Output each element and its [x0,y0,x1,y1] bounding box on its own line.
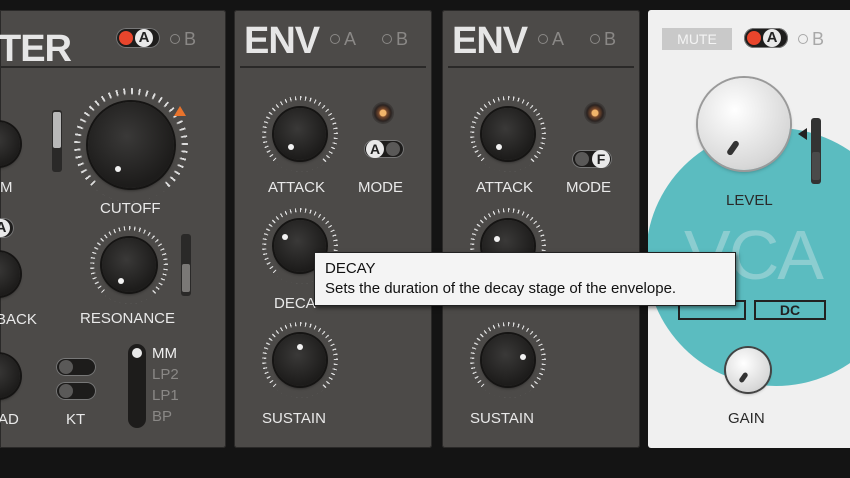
mode-option-lp2[interactable]: LP2 [152,365,179,384]
header-divider [240,66,426,68]
mode-option-lp1[interactable]: LP1 [152,386,179,405]
resonance-slider[interactable] [181,234,191,296]
attack-label: ATTACK [268,179,325,196]
header-divider [0,66,220,68]
warning-triangle-icon [174,106,186,116]
tooltip: DECAY Sets the duration of the decay sta… [314,252,736,306]
panel-title: TER [0,28,72,70]
filter-mode-slider[interactable] [128,344,146,428]
knob-indicator [115,166,121,172]
mode-slider-thumb [132,348,142,358]
envelope-led-icon [584,102,606,124]
ab-option-a[interactable]: A [330,30,356,48]
level-label: LEVEL [726,192,773,209]
level-knob[interactable] [692,72,796,176]
partial-switch-label: A [0,219,10,237]
panel-title: ENV [244,20,320,62]
slider-fill [53,112,61,148]
mode-switch-value: F [592,150,610,168]
mode-label: MODE [358,179,403,196]
ab-switch[interactable]: A [116,28,160,48]
attack-label: ATTACK [476,179,533,196]
knob-indicator [494,236,500,242]
ab-option-b[interactable]: B [382,30,408,48]
knob-indicator [496,144,502,150]
cutoff-label: CUTOFF [100,200,161,217]
ab-option-b[interactable]: B [590,30,616,48]
kt-toggle-1[interactable] [56,358,96,376]
cutoff-knob[interactable] [74,88,188,202]
gain-knob[interactable] [722,344,774,396]
partial-knob-1[interactable] [0,118,24,170]
knob-indicator [282,234,288,240]
ab-switch[interactable]: A [744,28,788,48]
knob-indicator [297,344,303,350]
header-divider [448,66,634,68]
dc-coupling-button[interactable]: DC [754,300,826,320]
mode-option-bp[interactable]: BP [152,407,172,426]
knob-indicator [118,278,124,284]
mode-label: MODE [566,179,611,196]
decay-label: DECA [274,295,316,312]
mode-switch[interactable]: A [364,140,404,158]
knob-indicator [520,354,526,360]
mode-option-mm[interactable]: MM [152,344,177,363]
ab-option-a[interactable]: A [538,30,564,48]
env-amount-slider[interactable] [52,110,62,172]
led-indicator [119,31,133,45]
tooltip-title: DECAY [325,260,376,277]
attack-knob[interactable] [470,96,546,172]
partial-knob-2[interactable] [0,248,24,300]
resonance-label: RESONANCE [80,310,176,327]
led-indicator [747,31,761,45]
vca-panel: MUTE A B LEVEL VCA DC GAIN [648,10,850,448]
sustain-knob[interactable] [262,322,338,398]
ab-active-label: A [135,29,153,47]
partial-label-back: BACK [0,311,37,328]
kt-toggle-2[interactable] [56,382,96,400]
env1-panel: ENV A B ATTACK A MODE DECA SUSTAIN [234,10,432,448]
ab-active-label: A [763,29,781,47]
slider-fill [182,264,190,292]
ab-inactive-option[interactable]: B [798,30,824,48]
env2-panel: ENV A B ATTACK F MODE SUSTAIN [442,10,640,448]
attack-knob[interactable] [262,96,338,172]
panel-title: ENV [452,20,528,62]
tooltip-description: Sets the duration of the decay stage of … [325,280,677,297]
level-meter [811,118,821,184]
kt-label: KT [66,411,86,428]
filter-panel: TER A B M A BACK AD CUTOFF RESONANCE KT [0,10,226,448]
gain-label: GAIN [728,410,765,427]
mode-switch[interactable]: F [572,150,612,168]
resonance-knob[interactable] [90,226,168,304]
level-marker-icon [798,128,807,140]
partial-knob-3[interactable] [0,350,24,402]
sustain-label: SUSTAIN [262,410,326,427]
ab-inactive-option[interactable]: B [170,30,196,48]
sustain-label: SUSTAIN [470,410,534,427]
sustain-knob[interactable] [470,322,546,398]
envelope-led-icon [372,102,394,124]
meter-fill [812,152,820,180]
knob-indicator [288,144,294,150]
mute-button[interactable]: MUTE [662,28,732,50]
partial-switch[interactable]: A [0,218,14,238]
partial-label-ad: AD [0,411,19,428]
mode-switch-value: A [366,140,384,158]
partial-label-m: M [0,179,13,196]
